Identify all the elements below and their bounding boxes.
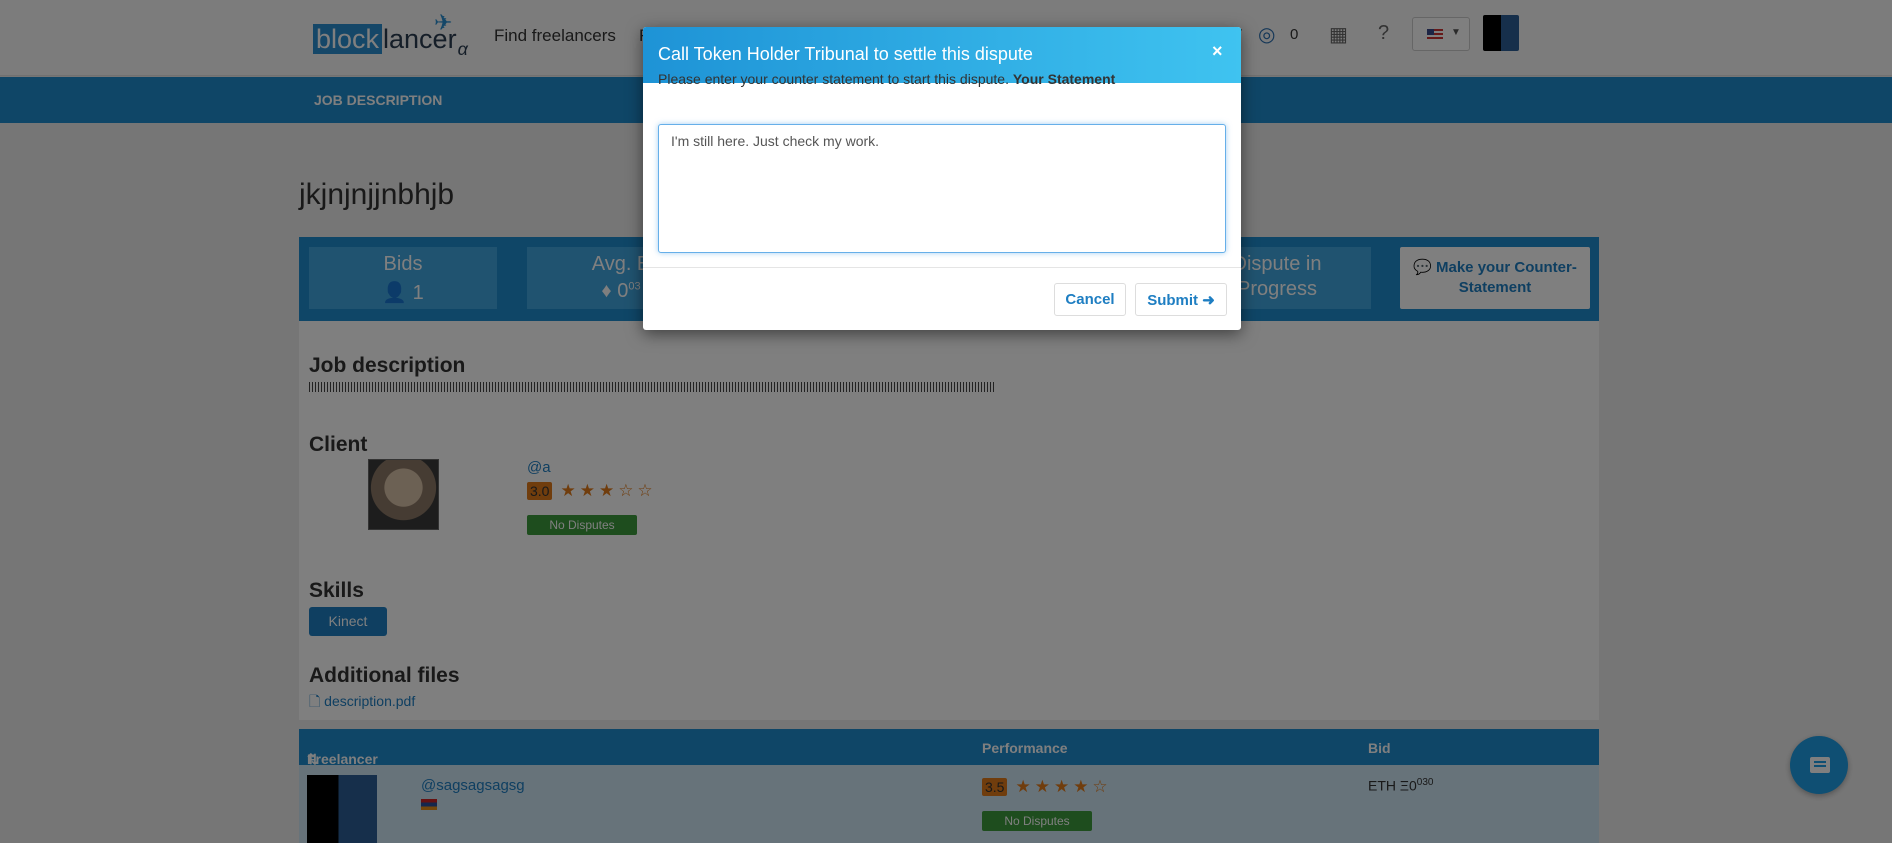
modal-prompt-text: Please enter your counter statement to s…	[658, 71, 1009, 87]
modal-divider	[643, 267, 1241, 268]
modal-prompt-label: Your Statement	[1012, 71, 1116, 87]
submit-label: Submit	[1147, 291, 1199, 309]
modal-title: Call Token Holder Tribunal to settle thi…	[658, 44, 1033, 64]
dispute-modal: Call Token Holder Tribunal to settle thi…	[643, 27, 1241, 330]
modal-prompt: Please enter your counter statement to s…	[658, 71, 1115, 87]
close-icon[interactable]: ×	[1212, 41, 1223, 62]
submit-button[interactable]: Submit ➜	[1135, 283, 1227, 316]
statement-textarea[interactable]: I'm still here. Just check my work.	[658, 124, 1226, 253]
arrow-circle-right-icon: ➜	[1202, 291, 1215, 309]
cancel-button[interactable]: Cancel	[1054, 283, 1126, 316]
